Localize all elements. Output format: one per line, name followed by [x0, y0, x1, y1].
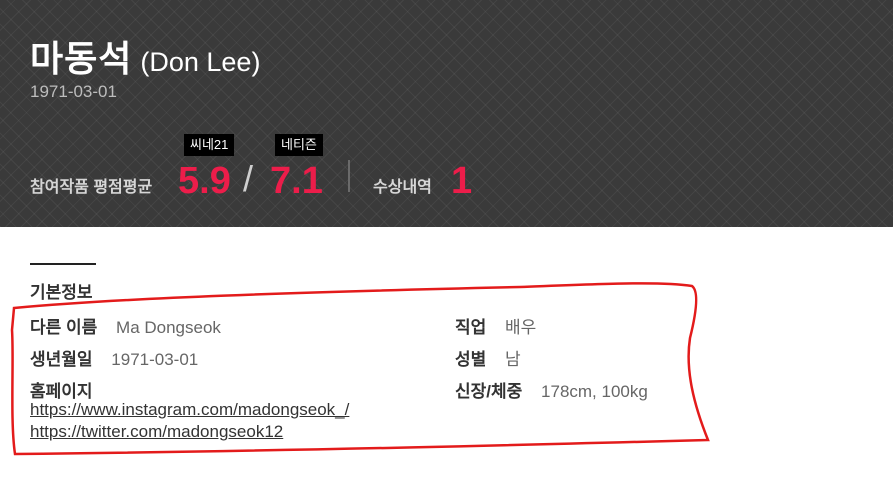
- homepage-link-instagram[interactable]: https://www.instagram.com/madongseok_/: [30, 400, 349, 420]
- section-divider: [30, 263, 96, 265]
- birth-row: 생년월일 1971-03-01: [30, 345, 198, 370]
- body-value: 178cm, 100kg: [541, 382, 648, 401]
- gender-value: 남: [505, 350, 521, 369]
- award-count[interactable]: 1: [451, 160, 472, 203]
- homepage-label: 홈페이지: [30, 382, 93, 401]
- average-rating-label: 참여작품 평점평균: [30, 179, 153, 196]
- name-korean: 마동석: [30, 38, 133, 79]
- award-label: 수상내역: [373, 179, 432, 196]
- gender-label: 성별: [455, 350, 487, 369]
- netizen-score: 7.1: [270, 160, 323, 202]
- job-label: 직업: [455, 318, 487, 337]
- job-row: 직업 배우: [455, 313, 536, 338]
- name-english: (Don Lee): [140, 47, 261, 77]
- other-name-value: Ma Dongseok: [116, 318, 221, 337]
- homepage-row: 홈페이지: [30, 377, 93, 402]
- profile-name: 마동석 (Don Lee): [30, 30, 260, 82]
- gender-row: 성별 남: [455, 345, 521, 370]
- cine21-score: 5.9: [178, 160, 231, 202]
- cine21-tag: 씨네21: [184, 134, 235, 156]
- netizen-tag: 네티즌: [275, 134, 323, 156]
- section-title: 기본정보: [30, 283, 93, 302]
- divider: [348, 160, 350, 192]
- birth-value: 1971-03-01: [111, 350, 199, 369]
- other-name-row: 다른 이름 Ma Dongseok: [30, 313, 221, 338]
- score-separator: /: [243, 158, 254, 199]
- job-value: 배우: [505, 318, 537, 337]
- body-row: 신장/체중 178cm, 100kg: [455, 377, 648, 402]
- profile-header: 마동석 (Don Lee) 1971-03-01 참여작품 평점평균 씨네21 5…: [0, 0, 893, 227]
- body-label: 신장/체중: [455, 382, 523, 401]
- birthdate: 1971-03-01: [30, 82, 117, 101]
- birth-label: 생년월일: [30, 350, 93, 369]
- homepage-link-twitter[interactable]: https://twitter.com/madongseok12: [30, 422, 283, 442]
- other-name-label: 다른 이름: [30, 318, 98, 337]
